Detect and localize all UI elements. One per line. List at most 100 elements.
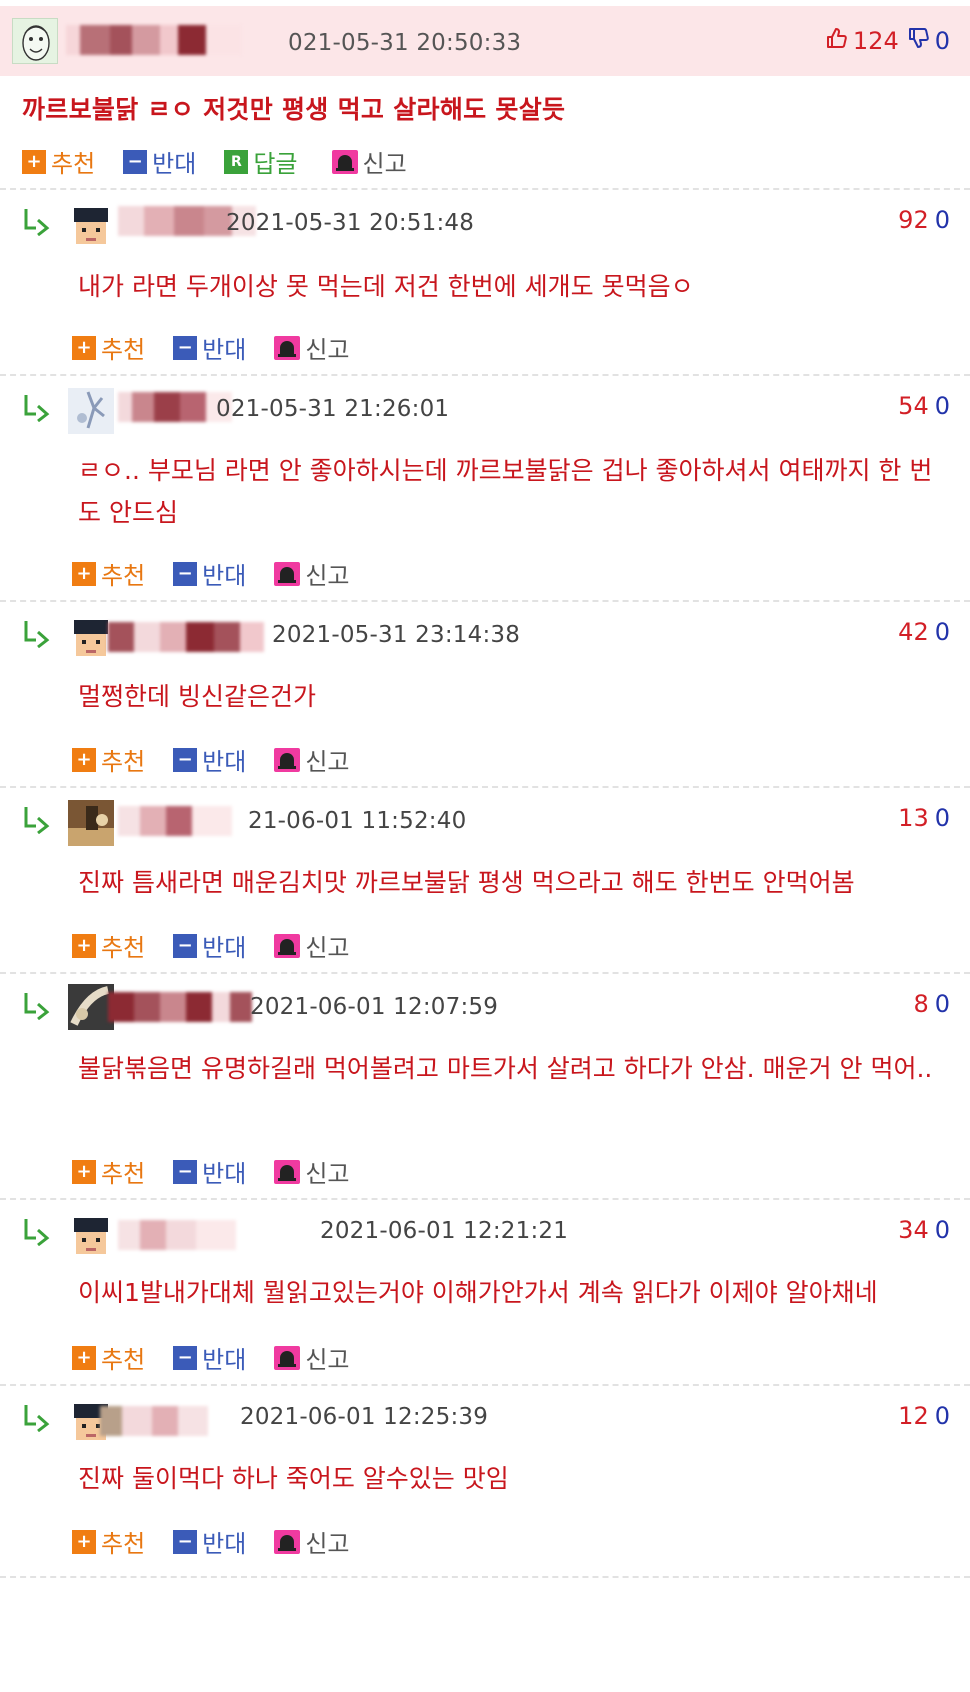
avatar[interactable] [68,202,114,248]
recommend-button[interactable]: + 추천 [72,1154,145,1189]
divider [0,1576,970,1578]
recommend-button[interactable]: + 추천 [72,1524,145,1559]
siren-icon [274,933,301,958]
comment-text: 진짜 틈새라면 매운김치맛 까르보불닭 평생 먹으라고 해도 한번도 안먹어봄 [78,868,855,897]
vote-counts: 34 0 [898,1216,950,1244]
minus-icon: − [173,1345,198,1370]
minus-icon: − [173,1529,198,1554]
comment-actions: + 추천 − 반대 신고 [72,1524,378,1559]
siren-icon [274,561,301,586]
report-button[interactable]: 신고 [274,330,350,365]
nickname-redacted [108,992,252,1022]
report-button[interactable]: 신고 [274,742,350,777]
comment-actions: + 추천 − 반대 신고 [72,928,378,963]
minus-icon: − [173,335,198,360]
comment-timestamp: 2021-05-31 20:51:48 [226,210,475,236]
top-comment-header: 021-05-31 20:50:33 124 0 [0,6,970,76]
plus-icon: + [72,335,96,360]
siren-icon [274,1159,301,1184]
comment-text: ㄹㅇ.. 부모님 라면 안 좋아하시는데 까르보불닭은 겁나 좋아하셔서 여태까… [78,456,933,527]
plus-icon: + [72,1159,96,1184]
oppose-button[interactable]: − 반대 [123,144,196,179]
recommend-button[interactable]: + 추천 [72,556,145,591]
plus-icon: + [72,561,96,586]
oppose-button[interactable]: − 반대 [173,928,246,963]
avatar[interactable] [68,800,114,846]
recommend-button[interactable]: + 추천 [72,330,145,365]
plus-icon: + [22,149,46,174]
reply-arrow-icon [22,392,52,423]
vote-counts: 13 0 [898,804,950,832]
vote-counts: 92 0 [898,206,950,234]
comment-timestamp: 2021-06-01 12:21:21 [320,1218,569,1244]
report-button[interactable]: 신고 [274,1524,350,1559]
comment-text: 불닭볶음면 유명하길래 먹어볼려고 마트가서 살려고 하다가 안삼. 매운거 안… [78,1054,933,1083]
comment-thread: 021-05-31 20:50:33 124 0 까르보불닭 ㄹㅇ 저것만 평생… [0,0,970,1692]
siren-icon [274,335,301,360]
reply-comment: 2021-05-31 20:51:48 92 0 내가 라면 두개이상 못 먹는데… [0,188,970,374]
thumbs-down-icon[interactable] [907,26,931,56]
recommend-button[interactable]: + 추천 [22,144,95,179]
report-button[interactable]: 신고 [274,556,350,591]
report-button[interactable]: 신고 [274,1154,350,1189]
comment-text: 이씨1발내가대체 뭘읽고있는거야 이해가안가서 계속 읽다가 이제야 알아채네 [78,1278,878,1307]
recommend-button[interactable]: + 추천 [72,1340,145,1375]
nickname-redacted [118,806,232,836]
report-button[interactable]: 신고 [274,1340,350,1375]
reply-arrow-icon [22,1216,52,1247]
vote-counts: 12 0 [898,1402,950,1430]
reply-arrow-icon [22,1402,52,1433]
siren-icon [274,1529,301,1554]
comment-timestamp: 2021-05-31 23:14:38 [272,622,521,648]
vote-counts: 54 0 [898,392,950,420]
minus-icon: − [173,1159,198,1184]
comment-timestamp: 021-05-31 21:26:01 [216,396,450,422]
reply-arrow-icon [22,804,52,835]
plus-icon: + [72,933,96,958]
avatar[interactable] [12,18,58,64]
oppose-button[interactable]: − 반대 [173,330,246,365]
nickname-redacted [66,25,242,55]
comment-actions: + 추천 − 반대 신고 [72,330,378,365]
reply-arrow-icon [22,206,52,237]
plus-icon: + [72,1529,96,1554]
avatar[interactable] [68,1212,114,1258]
comment-actions: + 추천 − 반대 신고 [72,1340,378,1375]
reply-comment: 2021-06-01 12:25:39 12 0 진짜 둘이먹다 하나 죽어도 알… [0,1384,970,1574]
reply-arrow-icon [22,990,52,1021]
comment-timestamp: 2021-06-01 12:07:59 [250,994,499,1020]
reply-comment: 21-06-01 11:52:40 13 0 진짜 틈새라면 매운김치맛 까르보불… [0,786,970,972]
reply-comment: 021-05-31 21:26:01 54 0 ㄹㅇ.. 부모님 라면 안 좋아하… [0,374,970,600]
plus-icon: + [72,747,96,772]
thumbs-up-icon[interactable] [825,26,849,56]
oppose-button[interactable]: − 반대 [173,556,246,591]
siren-icon [274,747,301,772]
report-button[interactable]: 신고 [274,928,350,963]
comment-timestamp: 21-06-01 11:52:40 [248,808,467,834]
avatar[interactable] [68,388,114,434]
recommend-button[interactable]: + 추천 [72,928,145,963]
minus-icon: − [173,933,198,958]
reply-button[interactable]: R 답글 [224,144,298,179]
reply-icon: R [224,149,249,174]
plus-icon: + [72,1345,96,1370]
minus-icon: − [173,747,198,772]
downvote-count: 0 [934,27,950,55]
oppose-button[interactable]: − 반대 [173,1524,246,1559]
recommend-button[interactable]: + 추천 [72,742,145,777]
vote-counts: 80 [913,990,950,1018]
comment-timestamp: 021-05-31 20:50:33 [288,30,522,56]
siren-icon [274,1345,301,1370]
oppose-button[interactable]: − 반대 [173,742,246,777]
comment-text: 진짜 둘이먹다 하나 죽어도 알수있는 맛임 [78,1464,509,1493]
nickname-redacted [108,622,264,652]
oppose-button[interactable]: − 반대 [173,1340,246,1375]
comment-actions: + 추천 − 반대 신고 [72,1154,378,1189]
nickname-redacted [118,1220,236,1250]
comment-text: 멀쩡한데 빙신같은건가 [78,682,316,711]
vote-counts: 124 0 [825,26,950,56]
oppose-button[interactable]: − 반대 [173,1154,246,1189]
reply-comment: 2021-06-01 12:07:59 80 불닭볶음면 유명하길래 먹어볼려고… [0,972,970,1198]
report-button[interactable]: 신고 [331,144,407,179]
nickname-redacted [118,392,232,422]
